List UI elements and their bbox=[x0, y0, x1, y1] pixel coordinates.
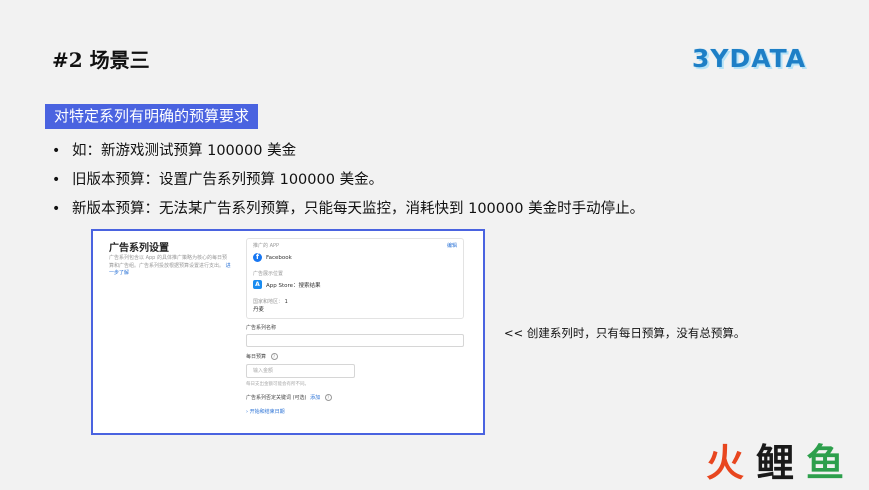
daily-budget-label: 每日预算 bbox=[246, 354, 267, 360]
bullet-list: • 如：新游戏测试预算 100000 美金 • 旧版本预算：设置广告系列预算 100… bbox=[52, 137, 644, 224]
daily-budget-input[interactable]: 输入金额 bbox=[246, 364, 355, 378]
bullet-dot-icon: • bbox=[52, 201, 61, 217]
app-info-card: 推广的 APP 编辑 f Facebook 广告展示位置 A App Store… bbox=[246, 238, 464, 319]
campaign-settings-title: 广告系列设置 bbox=[109, 243, 169, 254]
bullet-text: 如：新游戏测试预算 100000 美金 bbox=[72, 143, 297, 159]
placement-label: 广告展示位置 bbox=[253, 271, 284, 277]
placement-value: App Store：搜索结果 bbox=[266, 282, 321, 289]
section-tag: 对特定系列有明确的预算要求 bbox=[45, 104, 259, 129]
bullet-dot-icon: • bbox=[52, 143, 61, 159]
campaign-settings-description: 广告系列包含以 App 的具体推广策略为核心的每日预算和广告组。广告系列投放根据… bbox=[109, 255, 231, 278]
daily-budget-label-row: 每日预算 ? bbox=[246, 353, 278, 360]
watermark-char-2: 鲤 bbox=[756, 441, 794, 484]
watermark-char-1: 火 bbox=[706, 441, 744, 484]
bullet-dot-icon: • bbox=[52, 172, 61, 188]
app-store-icon: A bbox=[253, 280, 262, 289]
facebook-icon: f bbox=[253, 253, 262, 262]
app-row: f Facebook bbox=[253, 253, 292, 262]
edit-link[interactable]: 编辑 bbox=[447, 242, 457, 249]
callout-text: << 创建系列时，只有每日预算，没有总预算。 bbox=[504, 326, 746, 340]
region-value: 丹麦 bbox=[253, 307, 265, 313]
chevron-right-icon: › bbox=[246, 409, 248, 415]
negative-keywords-label: 广告系列否定关键词 (可选) bbox=[246, 395, 307, 401]
negative-keywords-row: 广告系列否定关键词 (可选) 添加 ? bbox=[246, 394, 332, 401]
region-row: 国家和地区： 1 bbox=[253, 298, 288, 305]
date-range-text: 开始和结束日期 bbox=[249, 409, 285, 415]
promoted-app-label: 推广的 APP bbox=[253, 243, 280, 249]
add-keywords-link[interactable]: 添加 bbox=[310, 395, 320, 401]
bullet-text: 新版本预算：无法某广告系列预算，只能每天监控，消耗快到 100000 美金时手动… bbox=[72, 201, 645, 217]
bullet-item: • 旧版本预算：设置广告系列预算 100000 美金。 bbox=[52, 166, 644, 195]
app-name: Facebook bbox=[266, 254, 292, 261]
bullet-item: • 新版本预算：无法某广告系列预算，只能每天监控，消耗快到 100000 美金时手… bbox=[52, 195, 644, 224]
help-icon[interactable]: ? bbox=[324, 394, 332, 401]
help-icon[interactable]: ? bbox=[270, 353, 278, 360]
campaign-name-label: 广告系列名称 bbox=[246, 325, 277, 331]
watermark-logo: 火 鲤 鱼 bbox=[706, 441, 844, 484]
campaign-name-input[interactable] bbox=[246, 334, 464, 347]
brand-logo: 3YDATA bbox=[692, 44, 807, 73]
watermark-char-3: 鱼 bbox=[806, 441, 844, 484]
region-count: 1 bbox=[284, 299, 288, 305]
date-range-link[interactable]: › 开始和结束日期 bbox=[246, 408, 285, 415]
slide-title: #2 场景三 bbox=[52, 48, 150, 72]
embedded-screenshot: 广告系列设置 广告系列包含以 App 的具体推广策略为核心的每日预算和广告组。广… bbox=[91, 229, 485, 435]
bullet-item: • 如：新游戏测试预算 100000 美金 bbox=[52, 137, 644, 166]
bullet-text: 旧版本预算：设置广告系列预算 100000 美金。 bbox=[72, 172, 384, 188]
placement-row: A App Store：搜索结果 bbox=[253, 280, 321, 289]
description-text: 广告系列包含以 App 的具体推广策略为核心的每日预算和广告组。广告系列投放根据… bbox=[109, 255, 227, 269]
daily-budget-hint: 每日支出金额可能会有所不同。 bbox=[246, 382, 309, 387]
